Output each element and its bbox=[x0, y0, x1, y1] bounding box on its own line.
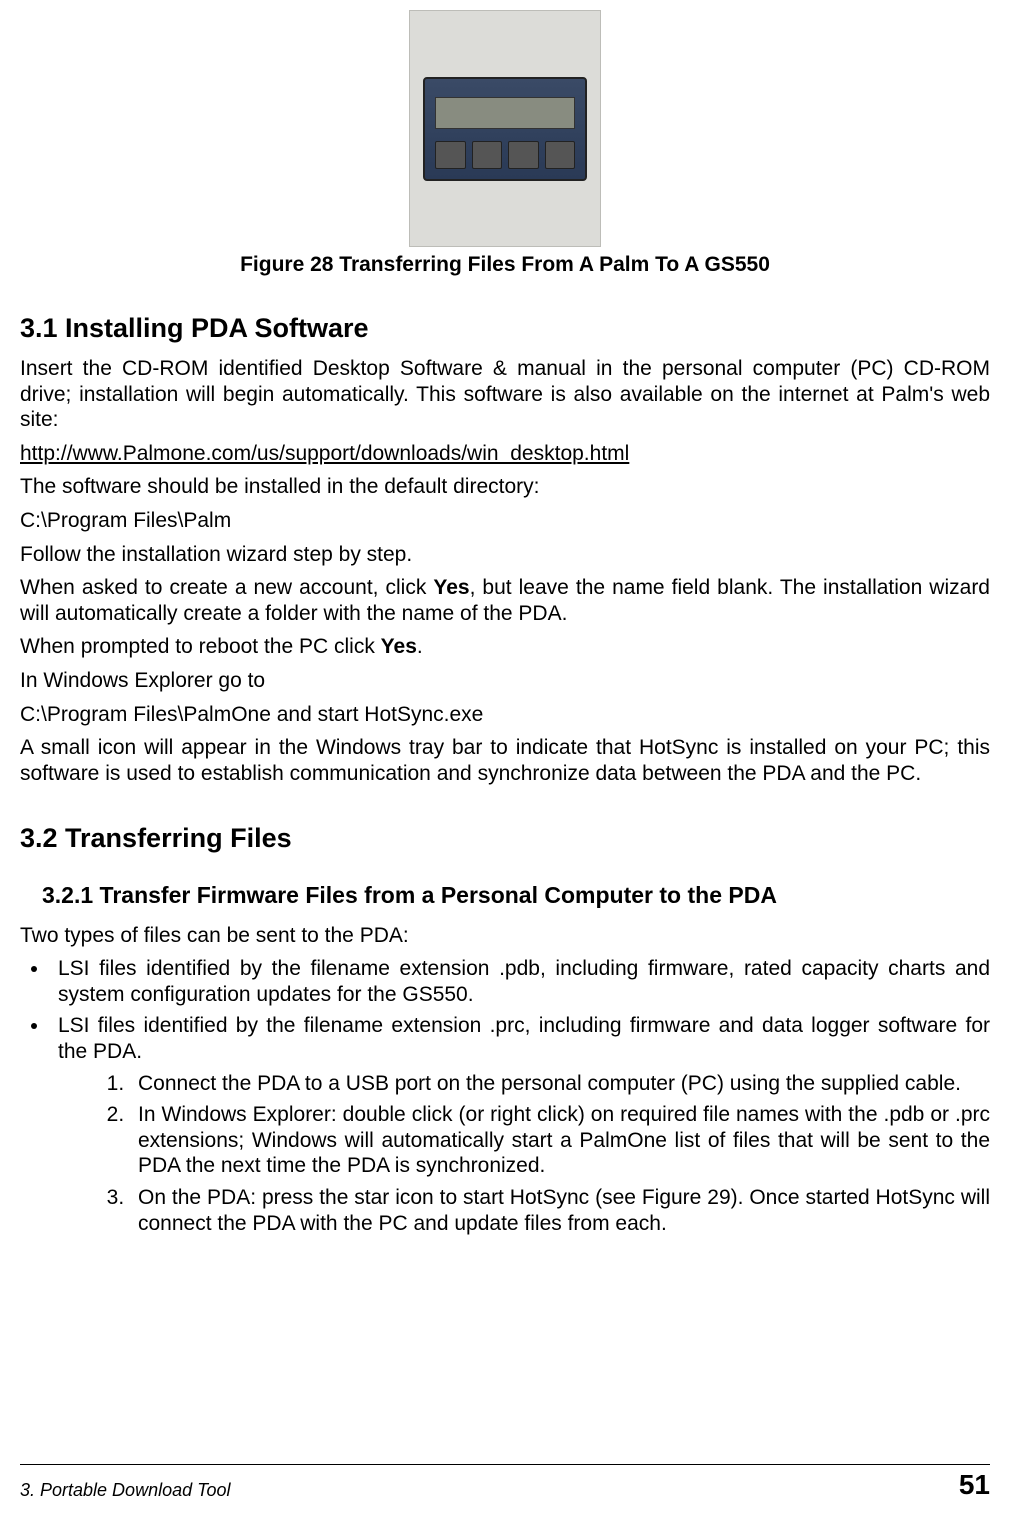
list-item: In Windows Explorer: double click (or ri… bbox=[130, 1102, 990, 1179]
numbered-list: Connect the PDA to a USB port on the per… bbox=[100, 1071, 990, 1237]
heading-3-2: 3.2 Transferring Files bbox=[20, 823, 990, 854]
paragraph: When prompted to reboot the PC click Yes… bbox=[20, 634, 990, 660]
text-run: LSI files identified by the filename ext… bbox=[58, 1014, 990, 1063]
figure-image-placeholder bbox=[409, 10, 601, 247]
paragraph: When asked to create a new account, clic… bbox=[20, 575, 990, 626]
paragraph: In Windows Explorer go to bbox=[20, 668, 990, 694]
paragraph: Two types of files can be sent to the PD… bbox=[20, 923, 990, 949]
list-item: LSI files identified by the filename ext… bbox=[50, 956, 990, 1007]
figure-caption: Figure 28 Transferring Files From A Palm… bbox=[20, 253, 990, 277]
heading-3-1: 3.1 Installing PDA Software bbox=[20, 313, 990, 344]
text-run: . bbox=[417, 635, 423, 658]
text-run: When prompted to reboot the PC click bbox=[20, 635, 381, 658]
page-number: 51 bbox=[959, 1469, 990, 1501]
list-item: On the PDA: press the star icon to start… bbox=[130, 1185, 990, 1236]
list-item: Connect the PDA to a USB port on the per… bbox=[130, 1071, 990, 1097]
device-illustration bbox=[423, 77, 587, 181]
footer-section-title: 3. Portable Download Tool bbox=[20, 1480, 230, 1501]
url-text: http://www.Palmone.com/us/support/downlo… bbox=[20, 441, 990, 467]
paragraph: Follow the installation wizard step by s… bbox=[20, 542, 990, 568]
directory-path: C:\Program Files\Palm bbox=[20, 508, 990, 534]
page-footer: 3. Portable Download Tool 51 bbox=[20, 1464, 990, 1501]
bullet-list: LSI files identified by the filename ext… bbox=[20, 956, 990, 1236]
directory-path: C:\Program Files\PalmOne and start HotSy… bbox=[20, 702, 990, 728]
text-run: When asked to create a new account, clic… bbox=[20, 576, 433, 599]
list-item: LSI files identified by the filename ext… bbox=[50, 1013, 990, 1236]
paragraph: A small icon will appear in the Windows … bbox=[20, 735, 990, 786]
bold-text: Yes bbox=[433, 576, 469, 599]
paragraph: The software should be installed in the … bbox=[20, 474, 990, 500]
paragraph: Insert the CD-ROM identified Desktop Sof… bbox=[20, 356, 990, 433]
bold-text: Yes bbox=[381, 635, 417, 658]
document-page: Figure 28 Transferring Files From A Palm… bbox=[0, 10, 1010, 1521]
heading-3-2-1: 3.2.1 Transfer Firmware Files from a Per… bbox=[42, 882, 990, 909]
